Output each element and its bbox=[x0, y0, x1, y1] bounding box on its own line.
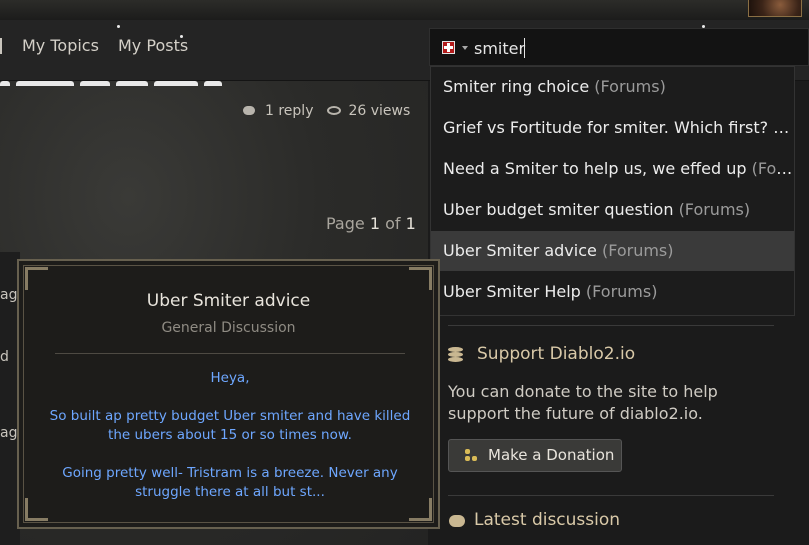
suggestion-title: Need a Smiter to help us, we effed up bbox=[443, 159, 747, 178]
donation-icon bbox=[465, 449, 477, 461]
donate-button-label: Make a Donation bbox=[488, 446, 615, 464]
suggestion-source: (Forums) bbox=[594, 77, 666, 96]
clipped-text: ag bbox=[0, 287, 18, 303]
frame-corner bbox=[409, 498, 432, 521]
frame-corner bbox=[25, 267, 48, 290]
current-page: 1 bbox=[369, 214, 381, 233]
thread-stats: 1 reply 26 views bbox=[243, 103, 410, 119]
suggestion-item-highlighted[interactable]: Uber Smiter advice (Forums) bbox=[431, 231, 794, 271]
suggestion-item[interactable]: Grief vs Fortitude for smiter. Which fir… bbox=[431, 108, 794, 148]
clipped-text: ag bbox=[0, 425, 18, 441]
user-avatar[interactable] bbox=[748, 0, 802, 17]
frame-corner bbox=[409, 267, 432, 290]
sidebar-divider bbox=[448, 495, 774, 496]
text-cursor bbox=[524, 38, 525, 58]
pagination: Page 1 of 1 bbox=[326, 214, 416, 233]
suggestion-item[interactable]: Smiter ring choice (Forums) bbox=[431, 67, 794, 107]
suggestion-source: (Forums) bbox=[773, 118, 794, 137]
popup-paragraph: So built ap pretty budget Uber smiter an… bbox=[49, 408, 411, 443]
popup-title: Uber Smiter advice bbox=[146, 291, 311, 311]
clipped-text: d bbox=[0, 349, 9, 365]
suggestion-title: Uber budget smiter question bbox=[443, 200, 674, 219]
popup-paragraph: Going pretty well- Tristram is a breeze.… bbox=[62, 465, 398, 500]
page-label: Page bbox=[326, 214, 365, 233]
make-donation-button[interactable]: Make a Donation bbox=[448, 439, 622, 472]
suggestion-source: (Forums) bbox=[601, 241, 674, 260]
top-banner bbox=[0, 0, 809, 20]
frame-corner bbox=[25, 498, 48, 521]
reply-count: 1 reply bbox=[265, 103, 314, 119]
suggestion-item[interactable]: Uber budget smiter question (Forums) bbox=[431, 190, 794, 230]
search-bar[interactable] bbox=[429, 28, 809, 66]
suggestion-title: Uber Smiter advice bbox=[443, 241, 597, 260]
reply-icon bbox=[243, 105, 255, 115]
thread-title-clipped bbox=[0, 74, 330, 86]
popup-paragraph: Heya, bbox=[210, 370, 250, 386]
popup-divider bbox=[55, 353, 405, 354]
chevron-down-icon[interactable] bbox=[462, 46, 468, 50]
page-of-label: of bbox=[385, 214, 401, 233]
search-input[interactable] bbox=[474, 37, 794, 59]
total-pages: 1 bbox=[405, 214, 416, 233]
snow-particle bbox=[180, 35, 183, 38]
suggestion-source: (Forums) bbox=[585, 282, 658, 301]
suggestion-source: (Forums) bbox=[678, 200, 751, 219]
search-suggestions: Smiter ring choice (Forums) Grief vs For… bbox=[430, 66, 795, 316]
support-description: You can donate to the site to help suppo… bbox=[448, 382, 718, 423]
sidebar-divider bbox=[448, 325, 774, 326]
view-count: 26 views bbox=[348, 103, 411, 119]
popup-body: Heya, So built ap pretty budget Uber smi… bbox=[49, 369, 411, 521]
suggestion-title: Uber Smiter Help bbox=[443, 282, 581, 301]
nav-my-topics[interactable]: My Topics bbox=[22, 36, 99, 55]
suggestion-title: Grief vs Fortitude for smiter. Which fir… bbox=[443, 118, 769, 137]
nav-divider bbox=[0, 38, 2, 54]
coins-icon bbox=[448, 347, 463, 362]
snow-particle bbox=[117, 25, 120, 28]
search-scope-icon[interactable] bbox=[442, 41, 455, 54]
views-icon bbox=[327, 105, 342, 115]
suggestion-item[interactable]: Need a Smiter to help us, we effed up (F… bbox=[431, 149, 794, 189]
suggestion-source: (Forums) bbox=[751, 159, 794, 178]
suggestion-item[interactable]: Uber Smiter Help (Forums) bbox=[431, 272, 794, 312]
latest-discussion-heading: Latest discussion bbox=[474, 510, 621, 530]
topic-preview-popup: Uber Smiter advice General Discussion He… bbox=[17, 259, 440, 529]
nav-my-posts[interactable]: My Posts bbox=[118, 36, 188, 55]
suggestion-title: Smiter ring choice bbox=[443, 77, 590, 96]
support-heading: Support Diablo2.io bbox=[477, 344, 636, 364]
chat-icon bbox=[449, 515, 465, 527]
popup-category: General Discussion bbox=[161, 320, 296, 336]
